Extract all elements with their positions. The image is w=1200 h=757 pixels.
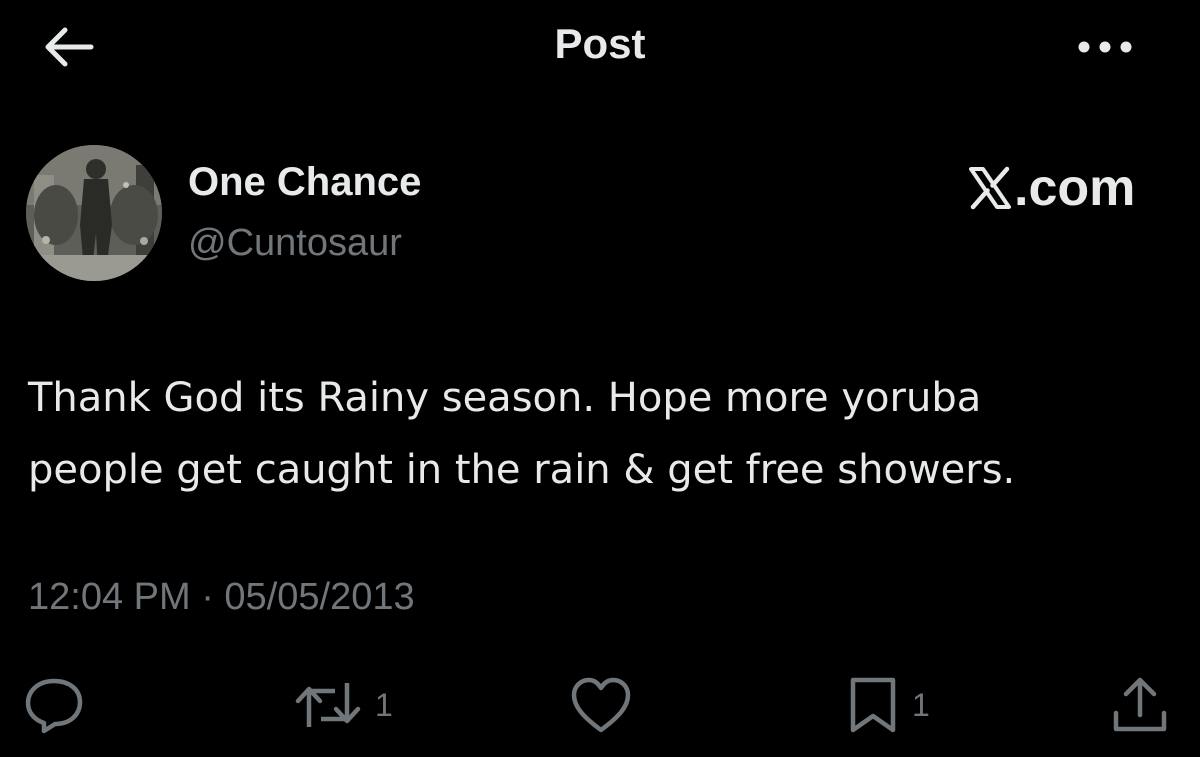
avatar-image xyxy=(26,145,162,281)
like-button[interactable] xyxy=(570,670,632,740)
action-bar: 1 1 xyxy=(0,660,1200,750)
bookmark-count: 1 xyxy=(912,686,930,723)
repost-button[interactable]: 1 xyxy=(295,670,393,740)
x-logo-icon xyxy=(969,166,1011,210)
share-icon xyxy=(1113,677,1167,732)
more-horizontal-icon xyxy=(1078,41,1132,53)
author-display-name[interactable]: One Chance xyxy=(188,160,421,205)
heart-icon xyxy=(571,677,631,733)
post-timestamp[interactable]: 12:04 PM · 05/05/2013 xyxy=(28,576,415,619)
post-text: Thank God its Rainy season. Hope more yo… xyxy=(28,362,1178,506)
top-bar: Post xyxy=(0,0,1200,92)
back-button[interactable] xyxy=(38,22,98,72)
post-text-line: people get caught in the rain & get free… xyxy=(28,447,1016,493)
x-com-watermark: .com xyxy=(968,158,1135,218)
share-button[interactable] xyxy=(1110,670,1170,740)
bookmark-icon xyxy=(850,677,896,733)
watermark-text: .com xyxy=(1014,159,1136,217)
more-options-button[interactable] xyxy=(1070,22,1140,72)
author-handle[interactable]: @Cuntosaur xyxy=(188,222,402,265)
avatar[interactable] xyxy=(26,145,162,281)
bookmark-button[interactable]: 1 xyxy=(848,670,930,740)
reply-button[interactable] xyxy=(22,670,86,740)
arrow-left-icon xyxy=(45,27,94,67)
repost-icon xyxy=(295,683,361,727)
post-text-line: Thank God its Rainy season. Hope more yo… xyxy=(28,375,982,421)
repost-count: 1 xyxy=(375,686,393,723)
page-title: Post xyxy=(554,20,646,67)
reply-icon xyxy=(25,678,83,734)
